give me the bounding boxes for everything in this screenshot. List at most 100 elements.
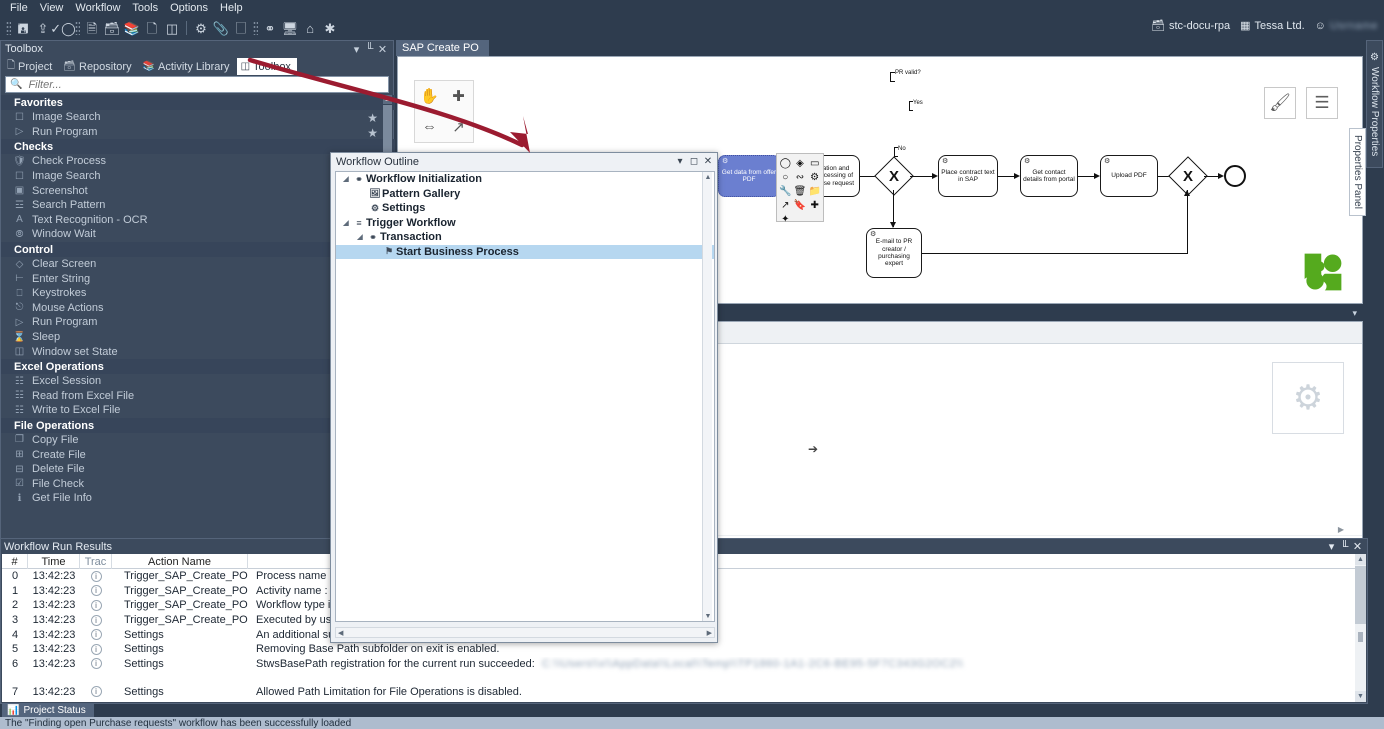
- new-file-icon[interactable]: 🗎: [82, 18, 102, 38]
- document-icon[interactable]: 🗋: [142, 18, 162, 38]
- select-region-icon[interactable]: ✚: [445, 81, 473, 111]
- dialog-horizontal-scrollbar[interactable]: ◀ ▶: [335, 627, 715, 638]
- chevron-down-icon[interactable]: ▾: [350, 43, 363, 56]
- toolbar-grip-3[interactable]: [253, 21, 258, 35]
- scroll-down-icon[interactable]: ▼: [703, 611, 713, 621]
- hand-pan-icon[interactable]: ✋: [416, 81, 444, 111]
- chevron-down-icon[interactable]: ▾: [673, 156, 687, 167]
- scroll-thumb[interactable]: [1355, 566, 1366, 624]
- scroll-up-icon[interactable]: ▲: [1355, 554, 1366, 565]
- column-header-trace[interactable]: Trac: [80, 554, 112, 569]
- tab-toolbox[interactable]: ◫ Toolbox: [237, 58, 297, 75]
- tab-repository[interactable]: 🗃 Repository: [59, 58, 137, 75]
- toolbox-item-image-search-fav[interactable]: ☐ Image Search ★: [1, 110, 395, 125]
- attachment-icon[interactable]: 📎: [211, 18, 231, 38]
- group-header-favorites[interactable]: Favorites: [1, 95, 395, 110]
- column-header-action[interactable]: Action Name: [112, 554, 248, 569]
- flow-node-get-data-from-offer-pdf[interactable]: ⚙ Get data from offer PDF: [718, 155, 780, 197]
- workflow-outline-dialog[interactable]: Workflow Outline ▾ ◻ ✕ ◢ ⚭ Workflow Init…: [330, 152, 718, 643]
- project-status-tab[interactable]: 📊 Project Status: [2, 703, 94, 717]
- toolbar-grip[interactable]: [6, 21, 11, 35]
- expand-triangle-icon[interactable]: ◢: [340, 219, 352, 227]
- wand-icon[interactable]: ✦: [778, 212, 793, 226]
- table-row[interactable]: 6 13:42:23 i Settings StwsBasePath regis…: [2, 657, 1356, 685]
- favorite-star-icon[interactable]: ★: [367, 111, 378, 125]
- horizontal-scroll-arrow[interactable]: ▶: [1338, 525, 1344, 534]
- filter-box[interactable]: 🔍: [5, 76, 389, 93]
- curve-icon[interactable]: ∾: [793, 170, 808, 184]
- menu-item-help[interactable]: Help: [214, 1, 249, 15]
- expand-triangle-icon[interactable]: ◢: [354, 233, 366, 241]
- asterisk-icon[interactable]: ✱: [320, 18, 340, 38]
- save-icon[interactable]: 🖪: [13, 18, 33, 38]
- tree-item-trigger-workflow[interactable]: ◢ ≡ Trigger Workflow: [336, 216, 714, 231]
- bookmark-icon[interactable]: 🔖: [793, 198, 808, 212]
- connector-icon[interactable]: ↗: [445, 112, 473, 142]
- monitor-icon[interactable]: 🖥: [280, 18, 300, 38]
- table-row[interactable]: 5 13:42:23 i Settings Removing Base Path…: [2, 642, 1356, 657]
- plus-icon[interactable]: ✚: [807, 198, 822, 212]
- flow-node-upload-pdf[interactable]: ⚙ Upload PDF: [1100, 155, 1158, 197]
- end-event[interactable]: [1224, 165, 1246, 187]
- tree-item-settings[interactable]: ⚙ Settings: [336, 201, 714, 216]
- tab-project[interactable]: 🗋 Project: [3, 58, 58, 75]
- table-row[interactable]: 7 13:42:23 i Settings Allowed Path Limit…: [2, 685, 1356, 700]
- project-indicator[interactable]: 🗃 stc-docu-rpa: [1151, 19, 1230, 32]
- scroll-right-icon[interactable]: ▶: [707, 629, 712, 637]
- trash-icon[interactable]: 🗑: [793, 184, 808, 198]
- menu-item-options[interactable]: Options: [164, 1, 214, 15]
- pin-icon[interactable]: ╙: [363, 43, 376, 55]
- close-icon[interactable]: ✕: [1351, 540, 1364, 553]
- hamburger-menu-icon[interactable]: ☰: [1306, 87, 1338, 119]
- activity-library-icon[interactable]: 📚: [122, 18, 142, 38]
- diamond-icon[interactable]: ◈: [793, 156, 808, 170]
- wrench-icon[interactable]: 🔧: [778, 184, 793, 198]
- column-header-time[interactable]: Time: [28, 554, 80, 569]
- dialog-header[interactable]: Workflow Outline ▾ ◻ ✕: [331, 153, 717, 170]
- menu-item-file[interactable]: File: [4, 1, 34, 15]
- repository-icon[interactable]: 🗃: [102, 18, 122, 38]
- toolbox-icon[interactable]: ◫: [162, 18, 182, 38]
- menu-item-workflow[interactable]: Workflow: [69, 1, 126, 15]
- flow-node-get-contact-details-from-portal[interactable]: ⚙ Get contact details from portal: [1020, 155, 1078, 197]
- scroll-left-icon[interactable]: ◀: [338, 629, 343, 637]
- dialog-vertical-scrollbar[interactable]: ▲ ▼: [702, 172, 712, 621]
- circle-icon[interactable]: ◯: [778, 156, 793, 170]
- scroll-grip[interactable]: [1358, 632, 1363, 642]
- sidebar-item-properties-panel[interactable]: Properties Panel: [1349, 128, 1366, 216]
- maximize-icon[interactable]: ◻: [687, 156, 701, 167]
- filter-input[interactable]: [26, 78, 384, 92]
- check-circle-icon[interactable]: ✓◯: [53, 18, 73, 38]
- chevron-down-icon[interactable]: ▾: [1352, 308, 1357, 319]
- tree-item-pattern-gallery[interactable]: 🖼 Pattern Gallery: [336, 187, 714, 202]
- document-tab-sap-create-po[interactable]: SAP Create PO: [396, 40, 489, 56]
- gears-icon[interactable]: ⚙: [807, 170, 822, 184]
- settings-gear-icon[interactable]: ⚙: [191, 18, 211, 38]
- close-icon[interactable]: ✕: [701, 156, 715, 167]
- circle-outline-icon[interactable]: ○: [778, 170, 793, 184]
- expand-triangle-icon[interactable]: ◢: [340, 175, 352, 183]
- pin-icon[interactable]: ╙: [1338, 541, 1351, 553]
- menu-item-view[interactable]: View: [34, 1, 70, 15]
- toolbox-item-run-program-fav[interactable]: ▷ Run Program ★: [1, 125, 395, 140]
- scroll-up-icon[interactable]: ▲: [383, 95, 392, 104]
- external-link-icon[interactable]: ↗: [778, 198, 793, 212]
- results-scrollbar[interactable]: ▲ ▼: [1355, 554, 1366, 702]
- rectangle-icon[interactable]: ▭: [807, 156, 822, 170]
- tenant-indicator[interactable]: ▦ Tessa Ltd.: [1240, 19, 1305, 32]
- chevron-down-icon[interactable]: ▾: [1325, 540, 1338, 553]
- close-icon[interactable]: ✕: [376, 43, 389, 56]
- flow-node-place-contract-text-in-sap[interactable]: ⚙ Place contract text in SAP: [938, 155, 998, 197]
- dialog-tree-body[interactable]: ◢ ⚭ Workflow Initialization 🖼 Pattern Ga…: [335, 171, 715, 622]
- folder-icon[interactable]: 📁: [807, 184, 822, 198]
- align-icon[interactable]: ⇔: [416, 112, 444, 142]
- tree-item-transaction[interactable]: ◢ ⚭ Transaction: [336, 230, 714, 245]
- blank-page-icon[interactable]: 🗌: [231, 18, 251, 38]
- favorite-star-icon[interactable]: ★: [367, 126, 378, 140]
- home-icon[interactable]: ⌂: [300, 18, 320, 38]
- brush-icon[interactable]: 🖌: [1264, 87, 1296, 119]
- toolbar-grip-2[interactable]: [75, 21, 80, 35]
- tree-item-workflow-initialization[interactable]: ◢ ⚭ Workflow Initialization: [336, 172, 714, 187]
- tree-item-start-business-process[interactable]: ⚑ Start Business Process: [336, 245, 714, 260]
- scroll-down-icon[interactable]: ▼: [1355, 691, 1366, 702]
